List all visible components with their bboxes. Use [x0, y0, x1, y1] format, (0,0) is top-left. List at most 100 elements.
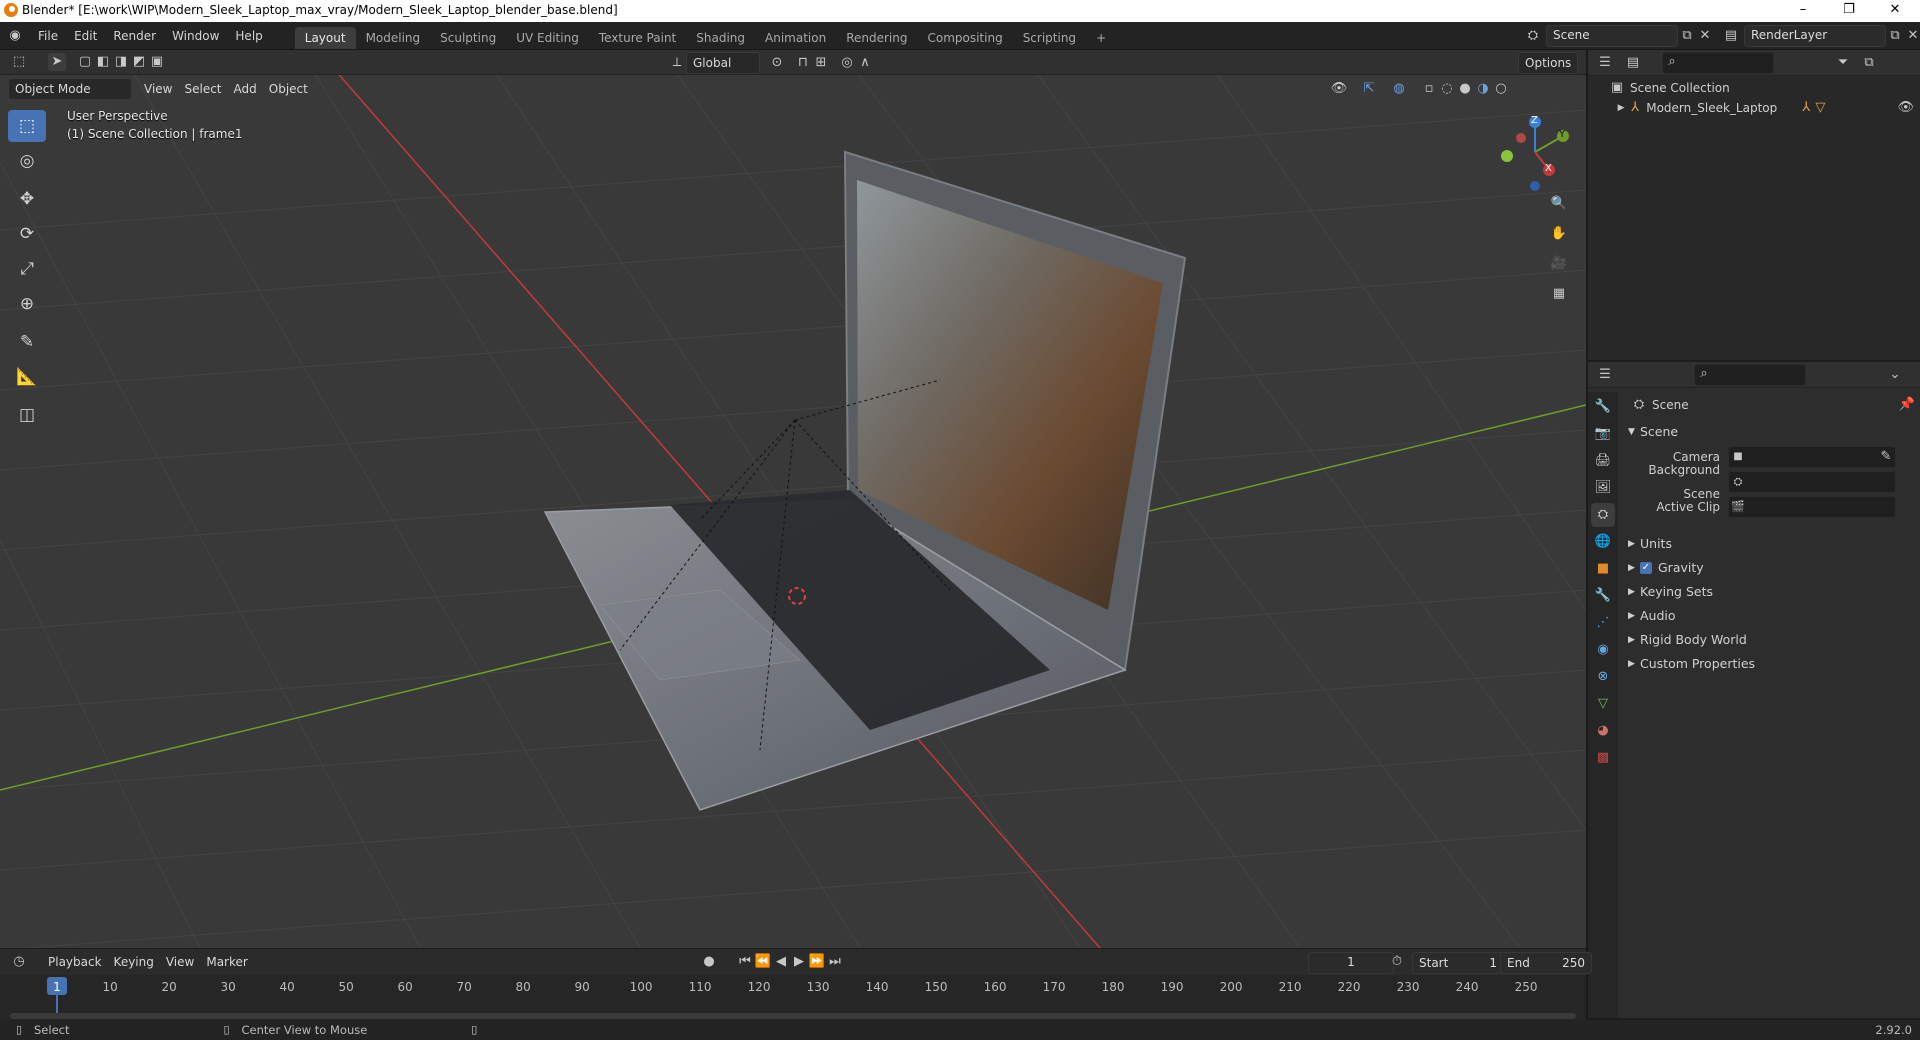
wireframe-shading-icon[interactable]: ◌ [1438, 80, 1456, 98]
snap-icon[interactable]: ⊓ [794, 54, 812, 72]
tab-compositing[interactable]: Compositing [917, 27, 1012, 49]
view-layer-icon[interactable]: ▤ [1722, 27, 1740, 45]
tab-rendering[interactable]: Rendering [836, 27, 917, 49]
timeline-menu-keying[interactable]: Keying [108, 952, 160, 972]
new-collection-icon[interactable]: ⧉ [1860, 54, 1878, 72]
keying-sets-panel[interactable]: ▶ Keying Sets [1628, 580, 1918, 604]
expand-arrow-icon[interactable]: ▶ [1614, 99, 1628, 117]
delete-scene-icon[interactable]: ✕ [1696, 27, 1714, 45]
navigation-gizmo[interactable]: Z Y X [1495, 112, 1575, 192]
select-mode-subtract-icon[interactable]: ◨ [112, 53, 130, 71]
render-tab-icon[interactable]: 📷 [1591, 422, 1615, 446]
options-dropdown[interactable]: Options [1518, 52, 1579, 74]
viewport-menu-select[interactable]: Select [178, 79, 227, 99]
menu-file[interactable]: File [30, 24, 66, 48]
properties-search-input[interactable]: ⌕ [1694, 363, 1806, 386]
next-keyframe-icon[interactable]: ⏩ [808, 953, 826, 971]
object-mode-dropdown[interactable]: Object Mode [8, 78, 132, 100]
units-panel[interactable]: ▶ Units [1628, 532, 1918, 556]
tab-scripting[interactable]: Scripting [1013, 27, 1086, 49]
rotate-tool-icon[interactable]: ⟳ [8, 218, 46, 250]
play-reverse-icon[interactable]: ◀ [772, 953, 790, 971]
jump-start-icon[interactable]: ⏮ [736, 953, 754, 971]
outliner-row[interactable]: ▶ ⅄ Modern_Sleek_Laptop ⅄ ▽ 👁 [1614, 98, 1914, 118]
gizmo-toggle-icon[interactable]: ⇱ [1360, 80, 1378, 98]
tab-sculpting[interactable]: Sculpting [430, 27, 506, 49]
physics-tab-icon[interactable]: ◉ [1591, 638, 1615, 662]
new-scene-icon[interactable]: ⧉ [1678, 27, 1696, 45]
pivot-icon[interactable]: ⊙ [768, 54, 786, 72]
modifier-tab-icon[interactable]: 🔧 [1591, 584, 1615, 608]
tab-animation[interactable]: Animation [755, 27, 836, 49]
record-icon[interactable]: ● [700, 953, 718, 971]
audio-panel[interactable]: ▶ Audio [1628, 604, 1918, 628]
select-mode-extend-icon[interactable]: ◧ [94, 53, 112, 71]
background-scene-field[interactable]: ⛭ [1728, 471, 1896, 493]
outliner-editor-type-icon[interactable]: ☰ [1596, 54, 1614, 72]
menu-help[interactable]: Help [227, 24, 270, 48]
tab-texture-paint[interactable]: Texture Paint [589, 27, 686, 49]
active-clip-field[interactable]: 🎬 [1728, 496, 1896, 518]
texture-tab-icon[interactable]: ▩ [1591, 746, 1615, 770]
select-mode-intersect-icon[interactable]: ▣ [148, 53, 166, 71]
prev-keyframe-icon[interactable]: ⏪ [754, 953, 772, 971]
display-mode-icon[interactable]: ▤ [1624, 54, 1642, 72]
filter-icon[interactable]: ⏷ [1834, 54, 1852, 72]
tool-tab-icon[interactable]: 🔧 [1591, 395, 1615, 419]
world-tab-icon[interactable]: 🌐 [1591, 530, 1615, 554]
pin-icon[interactable]: 📌 [1898, 396, 1916, 414]
jump-end-icon[interactable]: ⏭ [826, 953, 844, 971]
constraints-tab-icon[interactable]: ⊗ [1591, 665, 1615, 689]
select-mode-new-icon[interactable]: ▢ [76, 53, 94, 71]
add-workspace-button[interactable]: + [1086, 27, 1116, 49]
visibility-icon[interactable]: 👁 [1330, 80, 1348, 98]
outliner-root-row[interactable]: ▣ Scene Collection [1608, 78, 1730, 98]
tab-layout[interactable]: Layout [294, 27, 356, 49]
view-layer-tab-icon[interactable]: 🖼 [1591, 476, 1615, 500]
menu-edit[interactable]: Edit [66, 24, 105, 48]
view-layer-field[interactable]: RenderLayer [1744, 25, 1886, 47]
falloff-icon[interactable]: ∧ [856, 54, 874, 72]
rigid-body-world-panel[interactable]: ▶ Rigid Body World [1628, 628, 1918, 652]
camera-field[interactable]: ■ ✎ [1728, 446, 1896, 468]
material-tab-icon[interactable]: ◕ [1591, 719, 1615, 743]
blender-menu-icon[interactable]: ◉ [6, 27, 24, 45]
eye-visibility-icon[interactable]: 👁 [1897, 99, 1914, 117]
end-frame-field[interactable]: End 250 [1500, 952, 1592, 974]
object-tab-icon[interactable]: ■ [1591, 557, 1615, 581]
start-frame-field[interactable]: Start 1 [1412, 952, 1504, 974]
maximize-button[interactable]: ❐ [1826, 0, 1872, 22]
editor-type-icon[interactable]: ⬚ [10, 53, 28, 71]
gravity-checkbox[interactable]: ✓ [1640, 562, 1652, 574]
overlay-toggle-icon[interactable]: ◍ [1390, 80, 1408, 98]
viewport-menu-view[interactable]: View [138, 79, 178, 99]
scene-icon[interactable]: ⛭ [1524, 27, 1542, 45]
output-tab-icon[interactable]: 🖨 [1591, 449, 1615, 473]
add-cube-tool-icon[interactable]: ◫ [8, 399, 46, 431]
camera-view-icon[interactable]: 🎥 [1550, 255, 1568, 273]
select-tool-icon[interactable]: ➤ [48, 53, 66, 71]
play-icon[interactable]: ▶ [790, 953, 808, 971]
xray-toggle-icon[interactable]: ▫ [1420, 80, 1438, 98]
particles-tab-icon[interactable]: ⋰ [1591, 611, 1615, 635]
3d-viewport[interactable]: ⬚ ➤ ▢ ◧ ◨ ◩ ▣ ⟂ Global ⊙ ⊓ ⊞ ◎ ∧ Options… [0, 50, 1586, 948]
close-button[interactable]: ✕ [1872, 0, 1918, 22]
timeline-editor-type-icon[interactable]: ◷ [10, 953, 28, 971]
zoom-icon[interactable]: 🔍 [1550, 195, 1568, 213]
properties-options-icon[interactable]: ⌄ [1886, 366, 1904, 384]
menu-window[interactable]: Window [164, 24, 227, 48]
rendered-shading-icon[interactable]: ○ [1492, 80, 1510, 98]
proportional-edit-icon[interactable]: ◎ [838, 54, 856, 72]
viewport-menu-add[interactable]: Add [228, 79, 263, 99]
object-data-tab-icon[interactable]: ▽ [1591, 692, 1615, 716]
custom-properties-panel[interactable]: ▶ Custom Properties [1628, 652, 1918, 676]
snap-target-icon[interactable]: ⊞ [812, 54, 830, 72]
pan-hand-icon[interactable]: ✋ [1550, 225, 1568, 243]
outliner-search-input[interactable]: ⌕ [1662, 51, 1774, 74]
annotate-tool-icon[interactable]: ✎ [8, 326, 46, 358]
scale-tool-icon[interactable]: ⤢ [8, 253, 46, 285]
scene-tab-icon[interactable]: ⛭ [1591, 503, 1615, 527]
scene-name-field[interactable]: Scene [1546, 25, 1678, 47]
tab-modeling[interactable]: Modeling [356, 27, 431, 49]
minimize-button[interactable]: – [1780, 0, 1826, 22]
